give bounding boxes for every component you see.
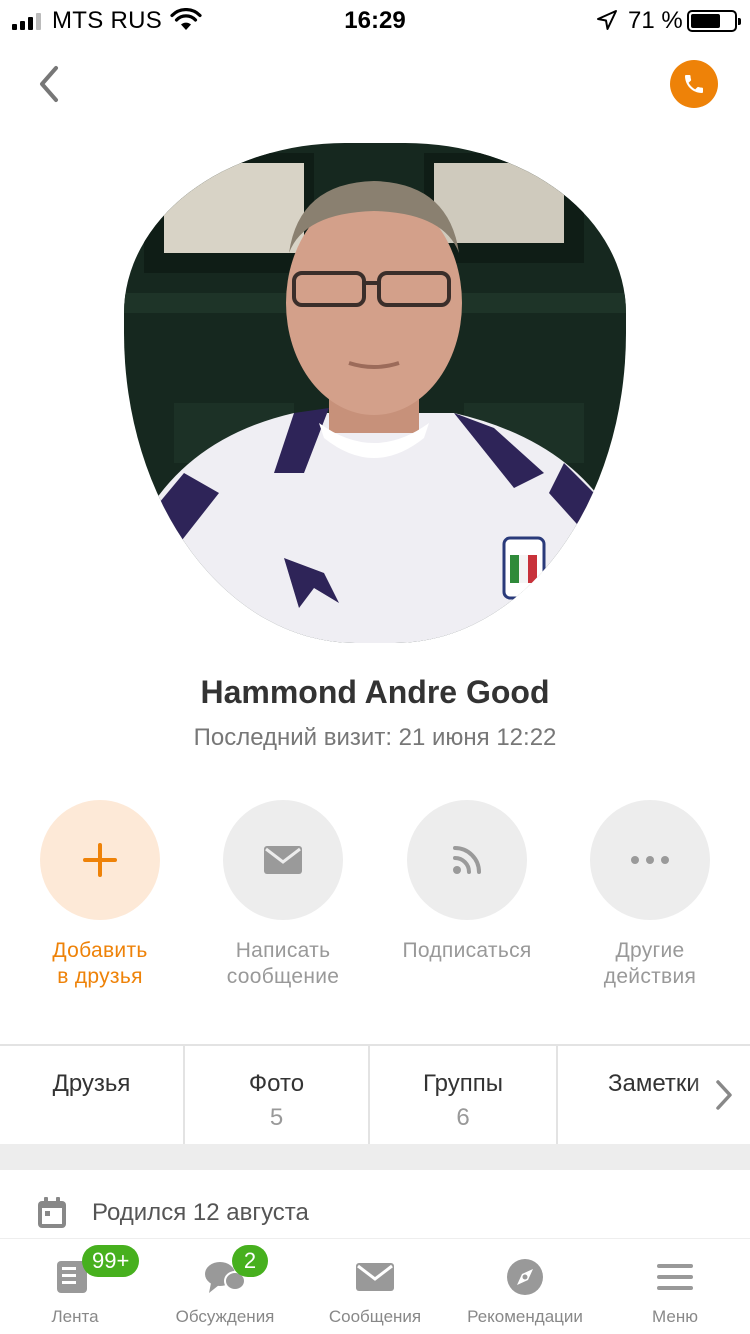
nav-messages-label: Сообщения — [328, 1307, 422, 1326]
battery-icon — [687, 10, 741, 32]
compass-icon — [507, 1259, 543, 1295]
other-actions-circle[interactable] — [590, 800, 710, 920]
calendar-icon — [38, 1197, 66, 1228]
last-visit: Последний визит: 21 июня 12:22 — [193, 724, 557, 751]
write-message-circle[interactable] — [223, 800, 343, 920]
tab-friends-label: Друзья — [52, 1070, 131, 1097]
plus-icon — [83, 843, 117, 877]
call-button[interactable] — [670, 60, 718, 108]
chevron-right-icon[interactable] — [712, 1078, 736, 1112]
add-friend-label: Добавить в друзья — [8, 938, 192, 990]
add-friend-button[interactable]: Добавить в друзья — [8, 800, 192, 990]
hamburger-menu-icon — [657, 1264, 693, 1290]
phone-icon — [685, 75, 703, 93]
tab-groups-label: Группы — [423, 1070, 503, 1097]
envelope-icon — [356, 1263, 394, 1291]
nav-menu[interactable]: Меню — [600, 1239, 750, 1334]
subscribe-label-line1: Подписаться — [402, 939, 532, 962]
add-friend-label-line2: в друзья — [57, 965, 143, 988]
subscribe-button[interactable]: Подписаться — [375, 800, 559, 964]
nav-messages[interactable]: Сообщения — [300, 1239, 450, 1334]
location-arrow-icon — [597, 10, 617, 30]
write-message-label-line2: сообщение — [226, 965, 340, 988]
nav-menu-label: Меню — [652, 1307, 698, 1326]
birthday-row: Родился 12 августа — [36, 1196, 309, 1230]
tab-photos-label: Фото — [248, 1070, 305, 1097]
tab-photos[interactable]: Фото 5 — [185, 1046, 370, 1144]
write-message-label-line1: Написать — [235, 939, 331, 962]
avatar-photo — [124, 143, 626, 643]
feed-badge: 99+ — [82, 1245, 140, 1277]
profile-tabs: Друзья Фото 5 Группы 6 Заметки — [0, 1044, 750, 1144]
subscribe-label: Подписаться — [375, 938, 559, 964]
discussions-badge: 2 — [232, 1245, 268, 1277]
write-message-button[interactable]: Написать сообщение — [191, 800, 375, 990]
rss-icon — [453, 846, 481, 874]
section-divider — [0, 1144, 750, 1170]
birthday-text: Родился 12 августа — [92, 1199, 309, 1226]
other-actions-label: Другие действия — [558, 938, 742, 990]
tab-groups[interactable]: Группы 6 — [370, 1046, 558, 1144]
nav-discussions[interactable]: Обсуждения — [150, 1239, 300, 1334]
add-friend-label-line1: Добавить — [52, 939, 148, 962]
envelope-icon — [264, 846, 302, 874]
tab-friends[interactable]: Друзья — [0, 1046, 185, 1144]
tab-photos-count: 5 — [269, 1104, 284, 1131]
bottom-navigation: Лента Обсуждения Сообщения Рекомендации … — [0, 1238, 750, 1334]
other-actions-label-line2: действия — [603, 965, 697, 988]
add-friend-circle[interactable] — [40, 800, 160, 920]
chevron-left-icon[interactable] — [30, 62, 70, 106]
status-bar: MTS RUS 16:29 71 % — [0, 0, 750, 40]
subscribe-circle[interactable] — [407, 800, 527, 920]
other-actions-button[interactable]: Другие действия — [558, 800, 742, 990]
nav-feed-label: Лента — [51, 1307, 99, 1326]
nav-discussions-label: Обсуждения — [175, 1307, 275, 1326]
nav-recommendations-label: Рекомендации — [467, 1307, 583, 1326]
write-message-label: Написать сообщение — [191, 938, 375, 990]
profile-avatar[interactable] — [124, 143, 626, 643]
profile-name: Hammond Andre Good — [200, 674, 550, 710]
battery-percent: 71 % — [628, 7, 683, 34]
tab-groups-count: 6 — [456, 1104, 470, 1131]
nav-recommendations[interactable]: Рекомендации — [450, 1239, 600, 1334]
other-actions-label-line1: Другие — [615, 939, 685, 962]
more-dots-icon — [631, 856, 669, 864]
